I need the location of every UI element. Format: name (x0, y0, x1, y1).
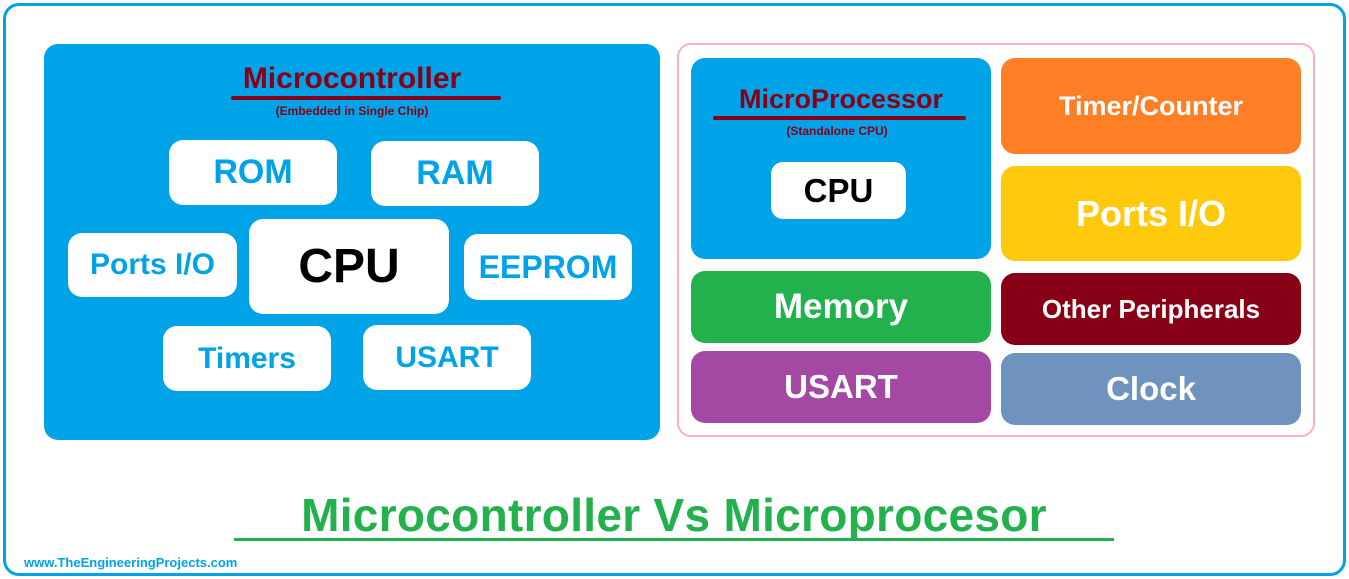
mp-usart-label: USART (784, 368, 898, 405)
microcontroller-title-underline (231, 96, 501, 100)
microcontroller-panel: Microcontroller (Embedded in Single Chip… (44, 44, 660, 440)
mc-ram-label: RAM (416, 154, 494, 192)
main-title: Microcontroller Vs Microprocesor (301, 489, 1047, 541)
mc-cpu-label: CPU (298, 240, 400, 293)
mp-timer-counter-block: Timer/Counter (1001, 58, 1301, 154)
microprocessor-title-underline (713, 116, 966, 120)
mp-timer-counter-label: Timer/Counter (1058, 90, 1244, 121)
mc-usart-label: USART (395, 340, 499, 374)
mp-usart-block: USART (691, 351, 991, 423)
mc-timers-label: Timers (198, 341, 296, 375)
mc-ram-block: RAM (371, 141, 539, 206)
mc-eeprom-label: EEPROM (478, 248, 618, 285)
microprocessor-title: MicroProcessor (738, 84, 944, 114)
mc-rom-block: ROM (169, 140, 337, 205)
mp-other-peripherals-label: Other Peripherals (1041, 293, 1261, 324)
mc-eeprom-block: EEPROM (464, 234, 632, 300)
mc-usart-block: USART (363, 325, 531, 390)
mp-clock-label: Clock (1106, 370, 1196, 407)
mp-memory-label: Memory (773, 287, 909, 326)
mp-cpu-block: CPU (771, 162, 906, 219)
mp-ports-io-label: Ports I/O (1075, 192, 1227, 234)
microcontroller-subtitle: (Embedded in Single Chip) (275, 104, 429, 118)
mc-rom-label: ROM (213, 153, 293, 191)
website-link[interactable]: www.TheEngineeringProjects.com (24, 555, 237, 570)
mc-timers-block: Timers (163, 326, 331, 391)
mp-other-peripherals-block: Other Peripherals (1001, 273, 1301, 345)
mp-clock-block: Clock (1001, 353, 1301, 425)
mp-cpu-label: CPU (803, 171, 874, 209)
microprocessor-panel: MicroProcessor (Standalone CPU) CPU Time… (677, 43, 1315, 437)
mp-cpu-section: MicroProcessor (Standalone CPU) CPU (691, 58, 991, 259)
mp-ports-io-block: Ports I/O (1001, 166, 1301, 261)
mc-ports-io-label: Ports I/O (89, 248, 216, 281)
mc-ports-io-block: Ports I/O (68, 233, 237, 297)
mc-cpu-block: CPU (249, 219, 449, 314)
microprocessor-subtitle: (Standalone CPU) (786, 124, 888, 138)
microcontroller-title: Microcontroller (242, 62, 462, 95)
main-title-underline (234, 538, 1114, 541)
mp-memory-block: Memory (691, 271, 991, 343)
